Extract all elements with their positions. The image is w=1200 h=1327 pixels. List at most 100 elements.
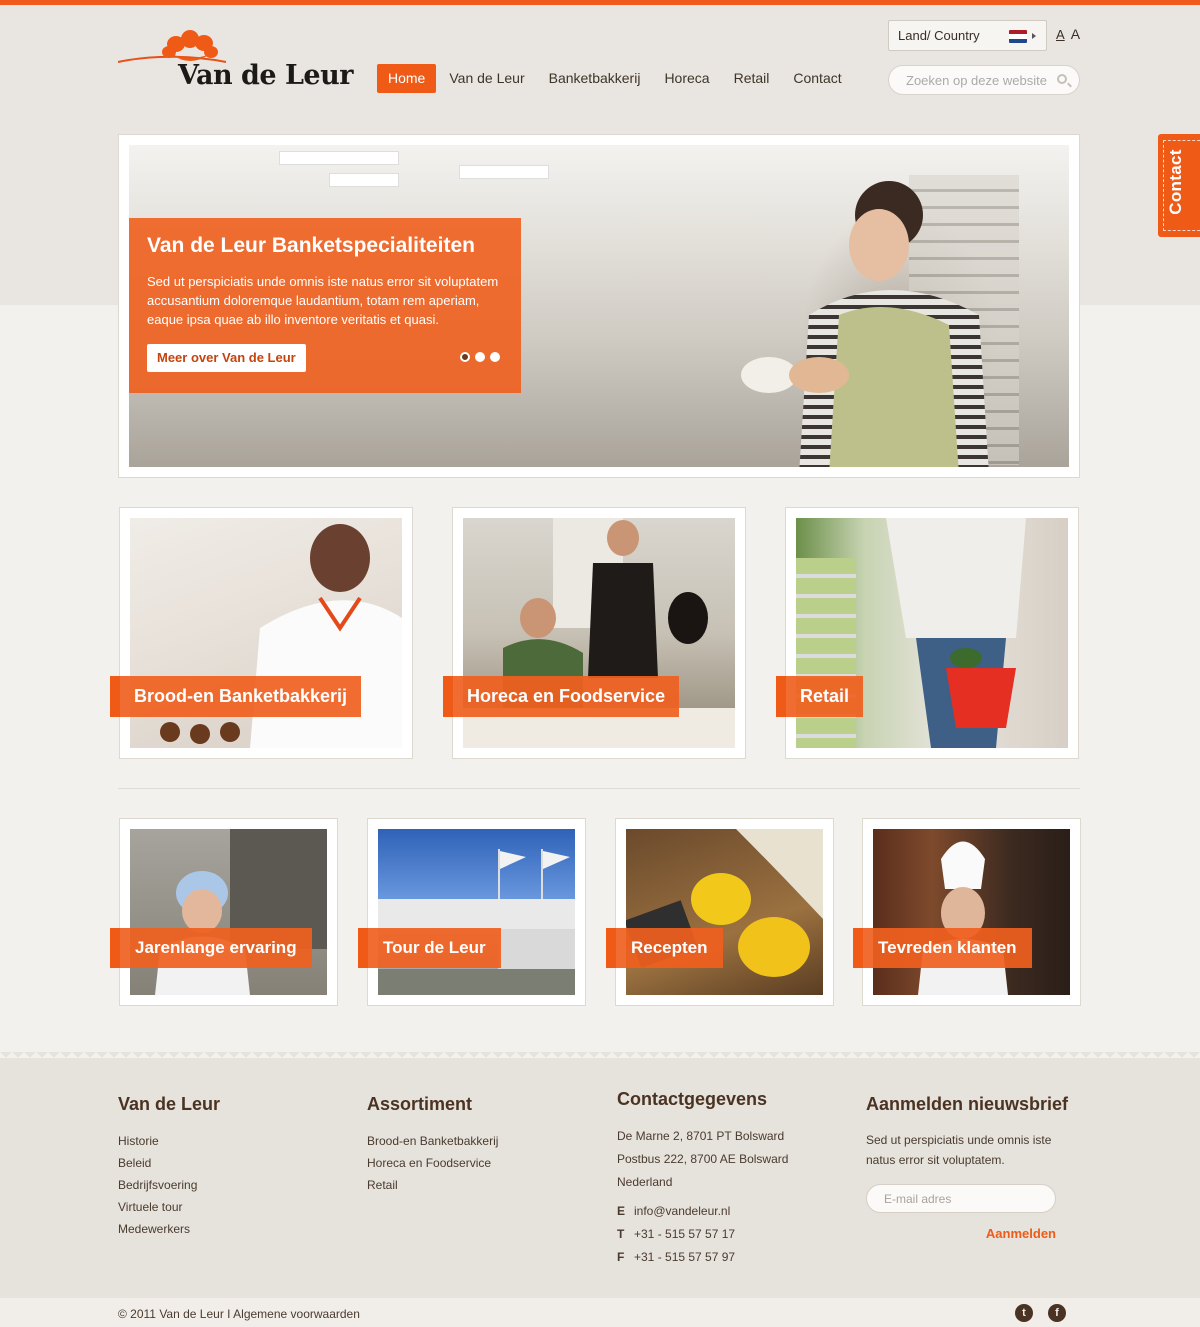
card-horeca-en-foodservice[interactable]: Horeca en Foodservice bbox=[443, 507, 746, 759]
newsletter-email-field bbox=[866, 1184, 1056, 1213]
footer-col-newsletter: Aanmelden nieuwsbrief Sed ut perspiciati… bbox=[866, 1094, 1068, 1241]
copyright[interactable]: © 2011 Van de Leur I Algemene voorwaarde… bbox=[118, 1307, 360, 1321]
label-tab bbox=[853, 928, 863, 968]
card-tour-de-leur[interactable]: Tour de Leur bbox=[358, 818, 586, 1006]
label-tab bbox=[358, 928, 368, 968]
contact-fax: F +31 - 515 57 57 97 bbox=[617, 1250, 736, 1264]
address-line: Postbus 222, 8700 AE Bolsward bbox=[617, 1152, 789, 1166]
slider-dot-1[interactable] bbox=[460, 352, 470, 362]
card-label: Horeca en Foodservice bbox=[443, 676, 680, 717]
slider-dots bbox=[460, 352, 500, 362]
nav-contact[interactable]: Contact bbox=[782, 64, 852, 93]
card-tevreden-klanten[interactable]: Tevreden klanten bbox=[853, 818, 1081, 1006]
twitter-icon[interactable]: t bbox=[1015, 1304, 1033, 1322]
contact-email: Einfo@vandeleur.nl bbox=[617, 1204, 731, 1218]
phone-value: +31 - 515 57 57 17 bbox=[634, 1227, 736, 1241]
nav-banketbakkerij[interactable]: Banketbakkerij bbox=[538, 64, 652, 93]
email-link[interactable]: info@vandeleur.nl bbox=[634, 1204, 730, 1218]
card-title: Recepten bbox=[631, 938, 708, 957]
hero-title: Van de Leur Banketspecialiteiten bbox=[147, 234, 475, 257]
search-icon[interactable] bbox=[1057, 74, 1067, 84]
newsletter-email-input[interactable] bbox=[884, 1185, 1044, 1212]
footer-link[interactable]: Beleid bbox=[118, 1152, 220, 1174]
card-title: Tour de Leur bbox=[383, 938, 486, 957]
card-label: Retail bbox=[776, 676, 864, 717]
hero-text: Sed ut perspiciatis unde omnis iste natu… bbox=[147, 274, 499, 327]
ceiling-light bbox=[329, 173, 399, 187]
ceiling-light bbox=[279, 151, 399, 165]
card-retail[interactable]: Retail bbox=[776, 507, 1079, 759]
nav-van-de-leur[interactable]: Van de Leur bbox=[438, 64, 535, 93]
main-nav: Home Van de Leur Banketbakkerij Horeca R… bbox=[377, 64, 855, 93]
hero-more-button[interactable]: Meer over Van de Leur bbox=[147, 344, 306, 372]
address-line: De Marne 2, 8701 PT Bolsward bbox=[617, 1129, 785, 1143]
label-tab bbox=[606, 928, 616, 968]
footer-col-contact: Contactgegevens De Marne 2, 8701 PT Bols… bbox=[617, 1089, 788, 1269]
nav-horeca[interactable]: Horeca bbox=[653, 64, 720, 93]
slider-dot-3[interactable] bbox=[490, 352, 500, 362]
lemons-illustration bbox=[626, 829, 823, 977]
footer-col-assortiment: Assortiment Brood-en Banketbakkerij Hore… bbox=[367, 1094, 498, 1196]
bottom-bar: © 2011 Van de Leur I Algemene voorwaarde… bbox=[0, 1298, 1200, 1327]
ceiling-light bbox=[459, 165, 549, 179]
label-tab bbox=[443, 676, 453, 717]
font-size-small[interactable]: A bbox=[1056, 27, 1065, 42]
address-line: Nederland bbox=[617, 1175, 673, 1189]
font-size-large[interactable]: A bbox=[1071, 26, 1080, 42]
nav-home[interactable]: Home bbox=[377, 64, 437, 93]
facebook-icon[interactable]: f bbox=[1048, 1304, 1066, 1322]
card-label: Jarenlange ervaring bbox=[110, 928, 312, 968]
card-title: Jarenlange ervaring bbox=[135, 938, 297, 957]
nav-retail[interactable]: Retail bbox=[723, 64, 781, 93]
footer-heading: Contactgegevens bbox=[617, 1089, 768, 1109]
netherlands-flag-icon bbox=[1009, 30, 1027, 43]
footer-link[interactable]: Bedrijfsvoering bbox=[118, 1174, 220, 1196]
footer-link[interactable]: Virtuele tour bbox=[118, 1196, 220, 1218]
card-label: Brood-en Banketbakkerij bbox=[110, 676, 362, 717]
card-title: Tevreden klanten bbox=[878, 938, 1017, 957]
country-select[interactable]: Land/ Country bbox=[888, 20, 1047, 51]
hero-image: Van de Leur Banketspecialiteiten Sed ut … bbox=[129, 145, 1069, 467]
label-tab bbox=[776, 676, 786, 717]
footer-heading: Assortiment bbox=[367, 1094, 473, 1114]
top-accent-bar bbox=[0, 0, 1200, 5]
card-image bbox=[130, 829, 327, 995]
hero-slider: Van de Leur Banketspecialiteiten Sed ut … bbox=[118, 134, 1080, 478]
card-label: Tour de Leur bbox=[358, 928, 501, 968]
font-size-controls: A A bbox=[1056, 26, 1083, 42]
footer-heading: Van de Leur bbox=[118, 1094, 221, 1114]
card-brood-en-banketbakkerij[interactable]: Brood-en Banketbakkerij bbox=[110, 507, 413, 759]
factory-building-illustration bbox=[378, 849, 575, 995]
side-contact-tab[interactable]: Contact bbox=[1158, 134, 1200, 237]
hero-caption-box: Van de Leur Banketspecialiteiten Sed ut … bbox=[129, 218, 521, 393]
footer-link[interactable]: Horeca en Foodservice bbox=[367, 1152, 498, 1174]
chef-illustration bbox=[918, 841, 1008, 995]
card-label: Recepten bbox=[606, 928, 723, 968]
card-jarenlange-ervaring[interactable]: Jarenlange ervaring bbox=[110, 818, 338, 1006]
newsletter-subscribe-button[interactable]: Aanmelden bbox=[866, 1226, 1056, 1241]
footer-col-van-de-leur: Van de Leur Historie Beleid Bedrijfsvoer… bbox=[118, 1094, 220, 1240]
search-input[interactable] bbox=[906, 66, 1066, 94]
footer: Van de Leur Historie Beleid Bedrijfsvoer… bbox=[0, 1052, 1200, 1298]
side-contact-label: Contact bbox=[1166, 149, 1185, 215]
logo[interactable]: Van de Leur bbox=[116, 28, 356, 92]
footer-link[interactable]: Historie bbox=[118, 1130, 220, 1152]
card-image bbox=[873, 829, 1070, 995]
card-title: Horeca en Foodservice bbox=[467, 686, 666, 706]
card-image bbox=[626, 829, 823, 995]
slider-dot-2[interactable] bbox=[475, 352, 485, 362]
country-label: Land/ Country bbox=[898, 28, 980, 43]
contact-phone: T +31 - 515 57 57 17 bbox=[617, 1227, 736, 1241]
footer-link[interactable]: Brood-en Banketbakkerij bbox=[367, 1130, 498, 1152]
card-recepten[interactable]: Recepten bbox=[606, 818, 834, 1006]
card-label: Tevreden klanten bbox=[853, 928, 1032, 968]
fax-value: +31 - 515 57 57 97 bbox=[634, 1250, 736, 1264]
search-box bbox=[888, 65, 1080, 95]
footer-zigzag-edge bbox=[0, 1052, 1200, 1060]
footer-link[interactable]: Retail bbox=[367, 1174, 498, 1196]
card-title: Retail bbox=[800, 686, 850, 706]
footer-link[interactable]: Medewerkers bbox=[118, 1218, 220, 1240]
section-divider bbox=[118, 788, 1080, 789]
factory-worker-illustration bbox=[155, 829, 327, 995]
logo-text: Van de Leur bbox=[178, 60, 353, 91]
